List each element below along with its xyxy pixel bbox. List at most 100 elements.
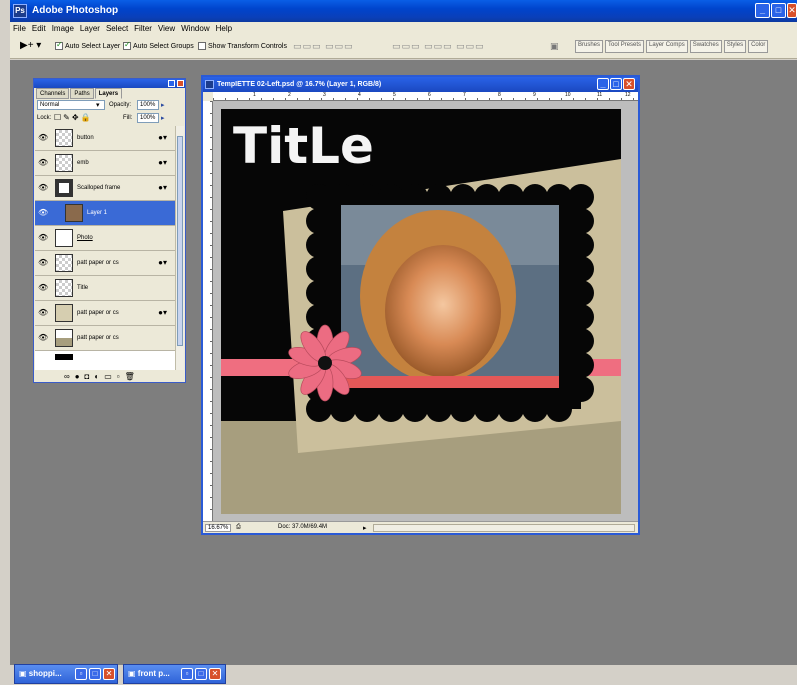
layer-row-patt-paper-2[interactable]: 👁 patt paper or cs ●▾	[35, 301, 175, 326]
minimize-button[interactable]: _	[755, 3, 770, 18]
taskbar-item-front-p[interactable]: ▣ front p... ▫ □ ✕	[123, 664, 226, 684]
tab-channels[interactable]: Channels	[36, 88, 70, 99]
vertical-ruler[interactable]	[203, 101, 213, 521]
menu-edit[interactable]: Edit	[32, 22, 46, 35]
horizontal-ruler[interactable]: 1 2 3 4 5 6 7 8 9 10 11 12	[213, 92, 638, 101]
ruler-label: 5	[393, 92, 396, 98]
auto-select-groups-option[interactable]: Auto Select Groups	[123, 40, 194, 50]
menu-help[interactable]: Help	[216, 22, 232, 35]
layer-row-patt-paper-3[interactable]: 👁 patt paper or cs	[35, 326, 175, 351]
layer-row-patt-paper-1[interactable]: 👁 patt paper or cs ●▾	[35, 251, 175, 276]
palette-minimize-button[interactable]	[168, 80, 175, 87]
auto-select-groups-label: Auto Select Groups	[133, 42, 194, 50]
link-layers-icon[interactable]: ∞	[64, 372, 70, 381]
move-tool-preset-icon[interactable]: ▶+ ▾	[20, 40, 41, 51]
doc-minimize-button[interactable]: _	[597, 78, 609, 90]
layer-row-emb[interactable]: 👁 emb ●▾	[35, 151, 175, 176]
layer-effects-icon[interactable]: ●▾	[158, 258, 167, 267]
tab-layers[interactable]: Layers	[94, 88, 123, 99]
eye-icon[interactable]: 👁	[38, 259, 48, 267]
show-transform-controls-checkbox[interactable]	[198, 42, 206, 50]
opacity-input[interactable]: 100%	[137, 100, 159, 110]
maximize-icon[interactable]: □	[89, 668, 101, 680]
palette-close-button[interactable]	[177, 80, 184, 87]
menu-image[interactable]: Image	[52, 22, 74, 35]
horizontal-scrollbar[interactable]	[373, 524, 635, 532]
fill-slider-arrow-icon[interactable]: ▸	[161, 114, 165, 122]
palette-tab-styles[interactable]: Styles	[723, 40, 747, 53]
ruler-label: 3	[323, 92, 326, 98]
close-icon[interactable]: ✕	[209, 668, 221, 680]
fill-input[interactable]: 100%	[137, 113, 159, 123]
layer-effects-icon[interactable]: ●▾	[158, 158, 167, 167]
canvas-area[interactable]: TitLe	[213, 101, 638, 521]
scrollbar-thumb[interactable]	[177, 136, 183, 346]
layers-palette-titlebar[interactable]	[34, 79, 185, 88]
new-group-icon[interactable]: ▭	[104, 372, 112, 381]
trash-icon[interactable]: 🗑	[125, 372, 135, 381]
eye-icon[interactable]: 👁	[38, 184, 48, 192]
layer-effects-icon[interactable]: ●▾	[158, 308, 167, 317]
menu-file[interactable]: File	[13, 22, 26, 35]
layer-row-layer-1[interactable]: 👁 Layer 1	[35, 201, 175, 226]
menu-layer[interactable]: Layer	[80, 22, 100, 35]
maximize-icon[interactable]: □	[195, 668, 207, 680]
auto-select-groups-checkbox[interactable]	[123, 40, 131, 50]
layer-name: patt paper or cs	[77, 260, 119, 266]
show-transform-controls-option[interactable]: Show Transform Controls	[198, 42, 287, 50]
eye-icon[interactable]: 👁	[38, 309, 48, 317]
blend-mode-select[interactable]: Normal	[37, 100, 105, 110]
new-layer-icon[interactable]: ▫	[117, 372, 120, 381]
layer-row-button[interactable]: 👁 button ●▾	[35, 126, 175, 151]
menu-view[interactable]: View	[158, 22, 175, 35]
tab-paths[interactable]: Paths	[70, 88, 94, 99]
palette-tab-brushes[interactable]: Brushes	[575, 40, 604, 53]
align-buttons-icon[interactable]: ▭▭▭ ▭▭▭	[293, 41, 354, 52]
eye-icon[interactable]: 👁	[38, 284, 48, 292]
distribute-buttons-icon[interactable]: ▭▭▭ ▭▭▭ ▭▭▭	[392, 41, 485, 52]
auto-select-layer-option[interactable]: Auto Select Layer	[55, 40, 120, 50]
layer-effects-icon[interactable]: ●▾	[158, 183, 167, 192]
layer-row-scalloped-frame[interactable]: 👁 Scalloped frame ●▾	[35, 176, 175, 201]
adjustment-layer-icon[interactable]: ◐	[94, 372, 99, 381]
taskbar-item-shoppi[interactable]: ▣ shoppi... ▫ □ ✕	[14, 664, 118, 684]
document-title-bar[interactable]: TempIETTE 02-Left.psd @ 16.7% (Layer 1, …	[203, 77, 638, 92]
menu-filter[interactable]: Filter	[134, 22, 152, 35]
add-mask-icon[interactable]: ◘	[85, 372, 90, 381]
doc-maximize-button[interactable]: □	[610, 78, 622, 90]
eye-icon[interactable]: 👁	[38, 159, 48, 167]
palette-tab-layer-comps[interactable]: Layer Comps	[646, 40, 688, 53]
eye-icon[interactable]: 👁	[38, 134, 48, 142]
layer-thumbnail-partial	[55, 354, 73, 360]
restore-icon[interactable]: ▫	[75, 668, 87, 680]
add-layer-style-icon[interactable]: ●	[75, 372, 80, 381]
eye-icon[interactable]: 👁	[38, 234, 48, 242]
scrapbook-canvas[interactable]: TitLe	[213, 101, 638, 521]
layer-row-photo[interactable]: 👁 Photo	[35, 226, 175, 251]
eye-icon[interactable]: 👁	[38, 334, 48, 342]
layer-effects-icon[interactable]: ●▾	[158, 133, 167, 142]
menu-select[interactable]: Select	[106, 22, 128, 35]
layer-list-scrollbar[interactable]	[175, 126, 184, 370]
document-window: TempIETTE 02-Left.psd @ 16.7% (Layer 1, …	[201, 75, 640, 535]
auto-select-layer-checkbox[interactable]	[55, 40, 63, 50]
menu-window[interactable]: Window	[181, 22, 209, 35]
close-button[interactable]: ✕	[787, 3, 797, 18]
app-title: Adobe Photoshop	[32, 5, 119, 16]
doc-close-button[interactable]: ✕	[623, 78, 635, 90]
restore-button[interactable]: □	[771, 3, 786, 18]
eye-icon[interactable]: 👁	[38, 209, 48, 217]
opacity-slider-arrow-icon[interactable]: ▸	[161, 101, 165, 109]
zoom-level[interactable]: 16.67%	[205, 524, 232, 532]
palette-tab-swatches[interactable]: Swatches	[689, 40, 722, 53]
lock-options-icon[interactable]: ☐✎✥🔒	[54, 113, 93, 122]
status-menu-arrow-icon[interactable]: ▸	[363, 524, 367, 532]
layer-thumbnail	[55, 229, 73, 247]
palette-tab-color[interactable]: Color	[748, 40, 769, 53]
layer-row-title[interactable]: 👁 Title	[35, 276, 175, 301]
canvas-title-text[interactable]: TitLe	[233, 117, 374, 175]
restore-icon[interactable]: ▫	[181, 668, 193, 680]
close-icon[interactable]: ✕	[103, 668, 115, 680]
lock-label: Lock:	[37, 115, 52, 121]
palette-tab-tool-presets[interactable]: Tool Presets	[605, 40, 645, 53]
